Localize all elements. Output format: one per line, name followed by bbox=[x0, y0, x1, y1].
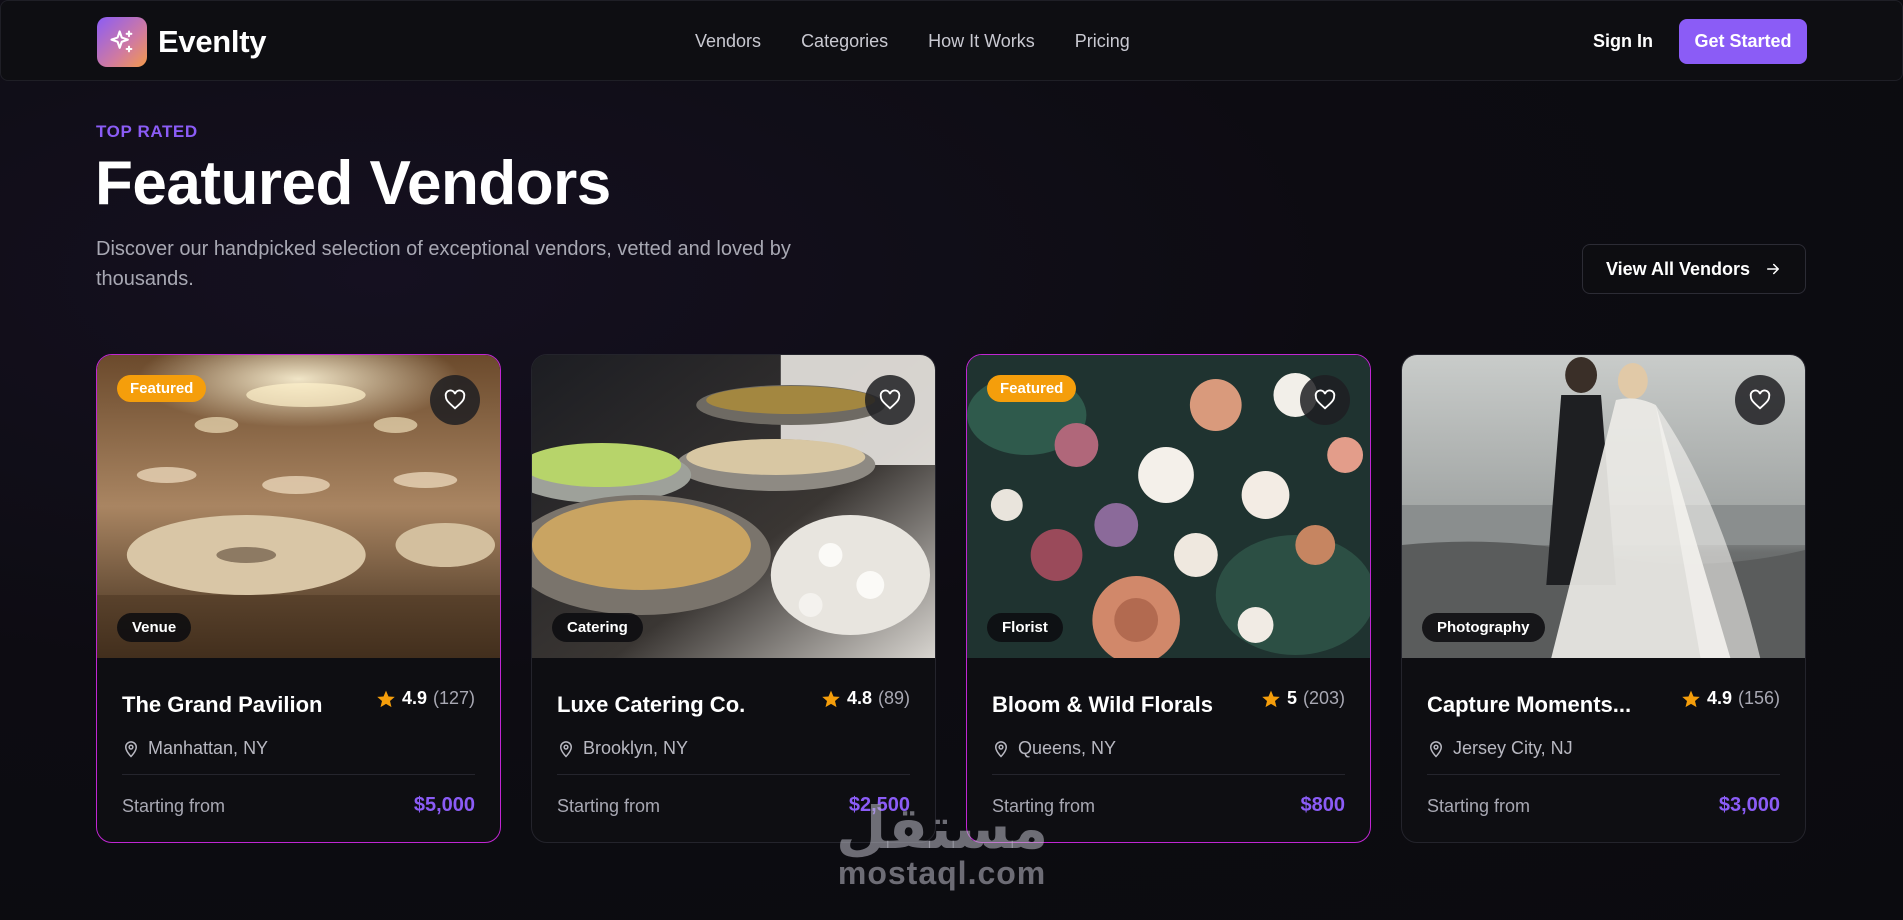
review-count: (127) bbox=[432, 688, 475, 708]
vendor-name[interactable]: Bloom & Wild Florals bbox=[992, 692, 1292, 718]
favorite-button[interactable] bbox=[1300, 375, 1350, 425]
review-count: (203) bbox=[1302, 688, 1345, 708]
nav-link-pricing[interactable]: Pricing bbox=[1075, 31, 1130, 52]
star-icon bbox=[1262, 690, 1280, 707]
section-eyebrow: TOP RATED bbox=[96, 122, 198, 141]
watermark-latin: mostaql.com bbox=[837, 855, 1047, 891]
watermark: مستقل mostaql.com bbox=[836, 794, 1049, 891]
heart-icon bbox=[879, 389, 901, 410]
vendor-card[interactable]: Catering Luxe Catering Co. 4.8 (89) Broo… bbox=[531, 354, 936, 843]
vendor-photo-wedding-couple: Photography bbox=[1402, 355, 1805, 658]
category-badge: Photography bbox=[1422, 613, 1545, 642]
divider bbox=[122, 774, 475, 775]
map-pin-icon bbox=[559, 740, 573, 758]
brand-name: Evenlty bbox=[158, 24, 267, 59]
nav-link-how-it-works[interactable]: How It Works bbox=[928, 31, 1035, 52]
featured-badge: Featured bbox=[987, 375, 1077, 402]
map-pin-icon bbox=[124, 740, 138, 758]
section-subtitle: Discover our handpicked selection of exc… bbox=[96, 238, 791, 290]
star-icon bbox=[822, 690, 840, 707]
rating: 5 (203) bbox=[1261, 688, 1345, 709]
star-icon bbox=[377, 690, 395, 707]
rating-value: 4.8 bbox=[846, 688, 872, 708]
favorite-button[interactable] bbox=[865, 375, 915, 425]
heart-icon bbox=[1314, 389, 1336, 410]
review-count: (156) bbox=[1737, 688, 1780, 708]
rating: 4.9 (156) bbox=[1681, 688, 1780, 709]
rating: 4.8 (89) bbox=[821, 688, 910, 709]
watermark-arabic: مستقل bbox=[836, 794, 1049, 862]
location-text: Queens, NY bbox=[1018, 738, 1117, 758]
nav-link-categories[interactable]: Categories bbox=[801, 31, 888, 52]
category-badge: Catering bbox=[552, 613, 643, 642]
price: $800 bbox=[1300, 794, 1346, 816]
featured-badge: Featured bbox=[117, 375, 207, 402]
top-navbar: Evenlty Vendors Categories How It Works … bbox=[0, 0, 1903, 81]
location: Jersey City, NJ bbox=[1427, 738, 1573, 759]
divider bbox=[1427, 774, 1780, 775]
price: $3,000 bbox=[1718, 794, 1780, 816]
location: Manhattan, NY bbox=[122, 738, 268, 759]
favorite-button[interactable] bbox=[1735, 375, 1785, 425]
vendor-photo-ballroom: Featured Venue bbox=[97, 355, 500, 658]
vendor-card[interactable]: Photography Capture Moments... 4.9 (156)… bbox=[1401, 354, 1806, 843]
vendor-photo-florals: Featured Florist bbox=[967, 355, 1370, 658]
review-count: (89) bbox=[877, 688, 910, 708]
location-text: Brooklyn, NY bbox=[583, 738, 689, 758]
starting-from-label: Starting from bbox=[122, 796, 226, 816]
location: Brooklyn, NY bbox=[557, 738, 688, 759]
get-started-button[interactable]: Get Started bbox=[1679, 19, 1807, 64]
section-title: Featured Vendors bbox=[95, 149, 611, 218]
rating: 4.9 (127) bbox=[376, 688, 475, 709]
location-text: Manhattan, NY bbox=[148, 738, 269, 758]
arrow-right-icon bbox=[1767, 263, 1780, 275]
price: $5,000 bbox=[413, 794, 475, 816]
map-pin-icon bbox=[1429, 740, 1443, 758]
divider bbox=[557, 774, 910, 775]
rating-value: 4.9 bbox=[401, 688, 427, 708]
nav-link-vendors[interactable]: Vendors bbox=[695, 31, 761, 52]
divider bbox=[992, 774, 1345, 775]
sparkle-icon bbox=[97, 17, 147, 67]
favorite-button[interactable] bbox=[430, 375, 480, 425]
vendor-name[interactable]: Luxe Catering Co. bbox=[557, 692, 857, 718]
view-all-label: View All Vendors bbox=[1605, 258, 1751, 279]
vendor-card[interactable]: Featured Venue The Grand Pavilion 4.9 (1… bbox=[96, 354, 501, 843]
category-badge: Venue bbox=[117, 613, 192, 642]
heart-icon bbox=[1749, 389, 1771, 410]
brand-logo[interactable]: Evenlty bbox=[97, 17, 266, 67]
heart-icon bbox=[444, 389, 466, 410]
view-all-vendors-button[interactable]: View All Vendors bbox=[1582, 244, 1806, 294]
starting-from-label: Starting from bbox=[557, 796, 661, 816]
rating-value: 5 bbox=[1286, 688, 1297, 708]
sign-in-link[interactable]: Sign In bbox=[1593, 31, 1653, 52]
location: Queens, NY bbox=[992, 738, 1116, 759]
rating-value: 4.9 bbox=[1706, 688, 1732, 708]
location-text: Jersey City, NJ bbox=[1453, 738, 1573, 758]
starting-from-label: Starting from bbox=[1427, 796, 1531, 816]
vendor-card[interactable]: Featured Florist Bloom & Wild Florals 5 … bbox=[966, 354, 1371, 843]
vendor-name[interactable]: Capture Moments... bbox=[1427, 692, 1647, 718]
star-icon bbox=[1682, 690, 1700, 707]
main-menu: Vendors Categories How It Works Pricing bbox=[695, 31, 1130, 52]
vendor-photo-catering: Catering bbox=[532, 355, 935, 658]
map-pin-icon bbox=[994, 740, 1008, 758]
category-badge: Florist bbox=[987, 613, 1063, 642]
